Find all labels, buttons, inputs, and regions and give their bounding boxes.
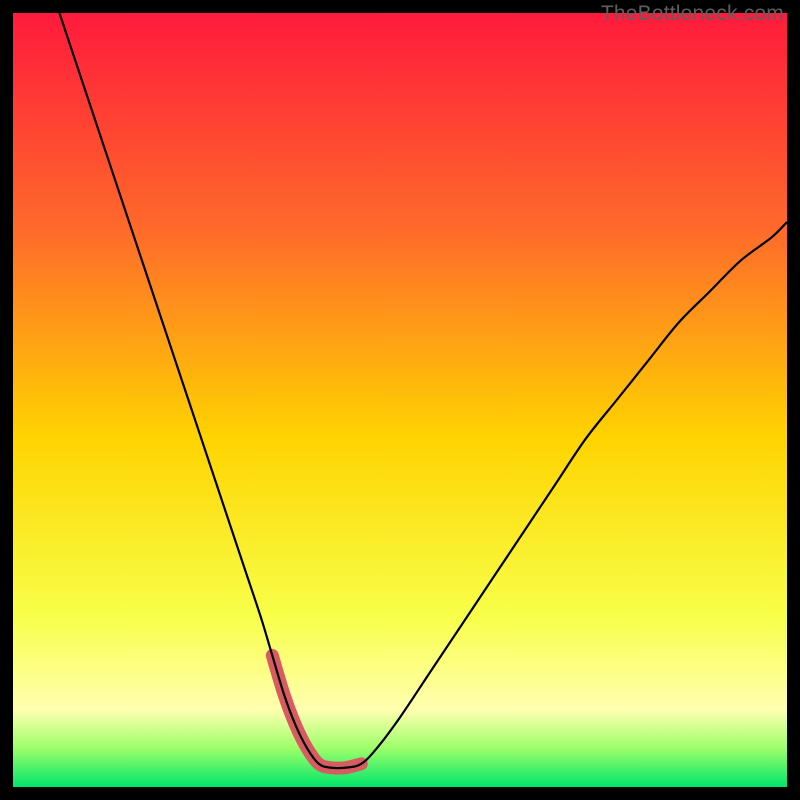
- gradient-background: [13, 13, 787, 787]
- bottleneck-chart: [13, 13, 787, 787]
- chart-frame: [13, 13, 787, 787]
- watermark-text: TheBottleneck.com: [601, 2, 784, 26]
